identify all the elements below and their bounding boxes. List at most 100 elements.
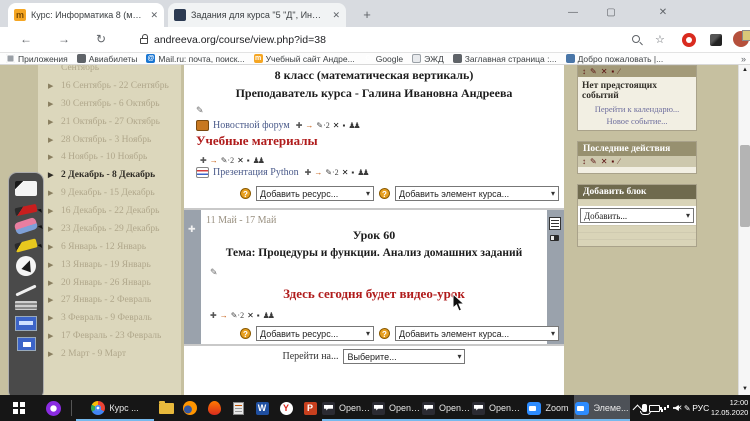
add-activity-select[interactable]: Добавить элемент курса... ▾ — [395, 326, 559, 341]
edit-icon[interactable]: ✎·2 — [316, 121, 329, 130]
window-maximize-button[interactable]: ▢ — [598, 4, 624, 22]
back-icon[interactable]: ← — [20, 32, 32, 46]
taskbar-openboard-button[interactable]: OpenB... — [322, 395, 372, 421]
delete-icon[interactable]: ✕ — [333, 121, 340, 130]
scroll-down-icon[interactable]: ▼ — [739, 384, 750, 395]
red-marker-tool-icon[interactable] — [14, 204, 37, 216]
help-icon[interactable]: ? — [379, 328, 390, 339]
network-icon[interactable] — [661, 404, 671, 412]
add-resource-select[interactable]: Добавить ресурс... ▾ — [256, 186, 374, 201]
search-icon[interactable] — [632, 35, 640, 43]
hide-icon[interactable]: ▪ — [351, 168, 354, 177]
bookmark-ezhd[interactable]: ЭЖД — [412, 54, 444, 64]
taskbar-firefox-button[interactable] — [178, 395, 202, 421]
taskbar-openboard-button[interactable]: OpenB... — [472, 395, 522, 421]
hide-icon[interactable]: ▪ — [247, 156, 250, 165]
move-icon[interactable]: ✚ — [305, 168, 312, 177]
week-link[interactable]: ▶13 Январь - 19 Январь — [46, 257, 177, 275]
new-tab-button[interactable]: + — [356, 5, 378, 25]
page-scrollbar[interactable]: ▲ ▼ — [738, 65, 750, 395]
window-minimize-button[interactable]: — — [560, 4, 586, 22]
groups-icon[interactable]: ♟♟ — [348, 121, 358, 130]
delete-icon[interactable]: ✕ — [247, 311, 254, 320]
edit-icon[interactable]: ✎·2 — [325, 168, 338, 177]
language-indicator[interactable]: РУС — [692, 403, 709, 413]
move-icon[interactable]: ✚ — [200, 156, 207, 165]
delete-icon[interactable]: ✕ — [237, 156, 244, 165]
edit-icon[interactable]: ✎ — [590, 157, 599, 166]
week-link[interactable]: ▶6 Январь - 12 Январь — [46, 239, 177, 257]
indent-icon[interactable]: → — [305, 121, 313, 130]
move-icon[interactable]: ↕ — [582, 67, 588, 76]
url-field[interactable]: andreeva.org/course/view.php?id=38 — [138, 31, 558, 49]
taskbar-chrome-button[interactable]: Курс ... — [76, 395, 154, 421]
week-link[interactable]: ▶3 Февраль - 9 Февраль — [46, 310, 177, 328]
bookmark-apps[interactable]: Приложения — [6, 54, 68, 64]
whiteboard-tool-icon[interactable] — [15, 181, 37, 196]
bookmark-homepage[interactable]: Заглавная страница :... — [453, 54, 557, 64]
screen-share-tool-icon[interactable] — [15, 316, 37, 331]
keyboard-tool-icon[interactable] — [15, 301, 37, 310]
reload-icon[interactable]: ↻ — [96, 32, 106, 46]
new-event-link[interactable]: Новое событие... — [578, 115, 696, 130]
bookmark-mail[interactable]: @ Mail.ru: почта, поиск... — [146, 54, 244, 64]
scrollbar-thumb[interactable] — [740, 145, 750, 227]
bookmark-star-icon[interactable]: ☆ — [655, 33, 665, 46]
clock[interactable]: 12:00 12.05.2020 — [711, 398, 749, 418]
roles-icon[interactable]: ⁄ — [618, 157, 621, 166]
delete-icon[interactable]: ✕ — [601, 67, 610, 76]
help-icon[interactable]: ? — [240, 188, 251, 199]
delete-icon[interactable]: ✕ — [342, 168, 349, 177]
help-icon[interactable]: ? — [379, 188, 390, 199]
bookmarks-overflow-icon[interactable]: » — [741, 54, 746, 64]
forward-icon[interactable]: → — [58, 32, 70, 46]
roles-icon[interactable]: ⁄ — [618, 67, 621, 76]
help-icon[interactable]: ? — [240, 328, 251, 339]
add-resource-select[interactable]: Добавить ресурс... ▾ — [256, 326, 374, 341]
edit-icon[interactable]: ✎ — [590, 67, 599, 76]
taskbar-word-button[interactable]: W — [250, 395, 274, 421]
hide-icon[interactable]: ▪ — [611, 157, 616, 166]
eraser-tool-icon[interactable] — [14, 217, 39, 235]
groups-icon[interactable]: ♟♟ — [263, 311, 273, 320]
taskbar-yandex-button[interactable]: Y — [274, 395, 298, 421]
week-link[interactable]: ▶2 Март - 9 Март — [46, 346, 177, 364]
week-link[interactable]: ▶17 Февраль - 23 Февраль — [46, 328, 177, 346]
indent-icon[interactable]: → — [210, 156, 218, 165]
edit-summary-icon[interactable]: ✎ — [196, 105, 204, 116]
edit-icon[interactable]: ✎·2 — [231, 311, 244, 320]
week-link[interactable]: ▶27 Январь - 2 Февраль — [46, 292, 177, 310]
taskbar-powerpoint-button[interactable]: P — [298, 395, 322, 421]
add-activity-select[interactable]: Добавить элемент курса... ▾ — [395, 186, 559, 201]
go-to-calendar-link[interactable]: Перейти к календарю... — [578, 103, 696, 115]
display-tool-icon[interactable] — [17, 337, 36, 351]
week-link[interactable]: ▶16 Декабрь - 22 Декабрь — [46, 203, 177, 221]
tab-close-icon[interactable]: ✕ — [150, 10, 158, 21]
week-link-current[interactable]: ▶2 Декабрь - 8 Декабрь — [46, 167, 177, 185]
week-link[interactable]: ▶30 Сентябрь - 6 Октябрь — [46, 96, 177, 114]
hide-icon[interactable]: ▪ — [342, 121, 345, 130]
bookmark-site[interactable]: m Учебный сайт Андре... — [254, 54, 355, 64]
section-move-icon[interactable]: ✚ — [188, 224, 196, 235]
bookmark-vk[interactable]: Добро пожаловать |... — [566, 54, 664, 64]
tab-course[interactable]: m Курс: Информатика 8 (математи... ✕ — [8, 3, 164, 27]
pen-tool-icon[interactable] — [15, 284, 36, 296]
indent-icon[interactable]: → — [314, 168, 322, 177]
taskbar-notes-button[interactable] — [226, 395, 250, 421]
indent-icon[interactable]: → — [220, 311, 228, 320]
highlight-section-icon[interactable] — [550, 235, 559, 241]
groups-icon[interactable]: ♟♟ — [253, 156, 263, 165]
bookmark-google[interactable]: G Google — [364, 54, 403, 64]
week-link[interactable]: ▶23 Декабрь - 29 Декабрь — [46, 221, 177, 239]
battery-icon[interactable] — [649, 405, 660, 412]
hide-icon[interactable]: ▪ — [257, 311, 260, 320]
extension-icon[interactable] — [710, 34, 722, 46]
taskbar-zoom-button[interactable]: Zoom — [522, 395, 574, 421]
tab-assignments[interactable]: Задания для курса "5 "Д", Инфор... ✕ — [168, 3, 346, 27]
extension-red-icon[interactable] — [682, 33, 696, 47]
tab-close-icon[interactable]: ✕ — [332, 10, 340, 21]
highlighter-tool-icon[interactable] — [14, 238, 38, 252]
week-link[interactable]: ▶20 Январь - 26 Январь — [46, 275, 177, 293]
add-block-select[interactable]: Добавить... ▾ — [580, 208, 694, 223]
week-link[interactable]: ▶28 Октябрь - 3 Ноябрь — [46, 132, 177, 150]
